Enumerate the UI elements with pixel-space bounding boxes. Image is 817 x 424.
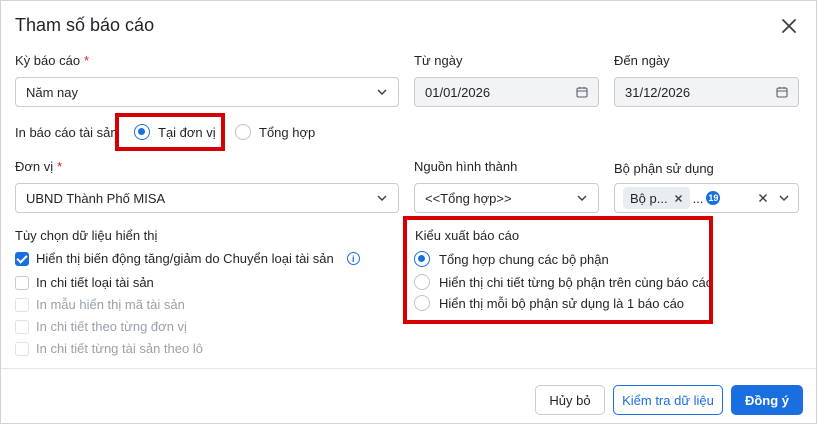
radio-label: Tổng hợp chung các bộ phận <box>439 251 609 267</box>
radio-button[interactable] <box>134 124 150 140</box>
export-option[interactable]: Hiển thị chi tiết từng bộ phận trên cùng… <box>414 274 713 290</box>
radio-label: Tổng hợp <box>259 124 316 140</box>
option-label: In chi tiết loại tài sản <box>36 275 154 290</box>
radio-button[interactable] <box>414 295 430 311</box>
option-item: In chi tiết từng tài sản theo lô <box>15 341 203 356</box>
chevron-down-icon <box>779 195 789 201</box>
selected-tag: Bộ p... <box>623 187 690 209</box>
source-label: Nguồn hình thành <box>414 159 518 174</box>
export-option[interactable]: Tổng hợp chung các bộ phận <box>414 251 609 267</box>
radio-label: Hiển thị mỗi bộ phận sử dụng là 1 báo cá… <box>439 295 685 311</box>
unit-select[interactable]: UBND Thành Phố MISA <box>15 183 399 213</box>
checkbox <box>15 341 29 356</box>
radio-label: Tại đơn vị <box>158 124 216 140</box>
radio-button[interactable] <box>414 274 430 290</box>
from-date-value: 01/01/2026 <box>425 84 491 100</box>
count-badge: 19 <box>706 191 721 205</box>
radio-tai-don-vi[interactable]: Tại đơn vị <box>134 124 216 140</box>
from-date-input[interactable]: 01/01/2026 <box>414 77 599 107</box>
print-asset-label: In báo cáo tài sản <box>15 125 118 140</box>
tag-label: Bộ p... <box>630 190 668 206</box>
calendar-icon[interactable] <box>576 86 588 98</box>
tag-remove-icon[interactable] <box>674 194 683 203</box>
radio-button[interactable] <box>414 251 430 267</box>
unit-value: UBND Thành Phố MISA <box>26 190 166 206</box>
checkbox[interactable] <box>15 251 29 266</box>
report-params-dialog: Tham số báo cáo Kỳ báo cáo * Năm nay Từ n… <box>0 0 817 424</box>
checkbox <box>15 297 29 312</box>
from-date-label: Từ ngày <box>414 53 463 68</box>
option-item: In chi tiết theo từng đơn vị <box>15 319 187 334</box>
to-date-label: Đến ngày <box>614 53 670 68</box>
option-label: In chi tiết từng tài sản theo lô <box>36 341 203 356</box>
close-icon[interactable] <box>779 16 799 36</box>
period-value: Năm nay <box>26 84 79 100</box>
source-select[interactable]: <<Tổng hợp>> <box>414 183 599 213</box>
calendar-icon[interactable] <box>776 86 788 98</box>
to-date-input[interactable]: 31/12/2026 <box>614 77 799 107</box>
checkbox <box>15 319 29 334</box>
required-mark: * <box>57 159 63 174</box>
export-option[interactable]: Hiển thị mỗi bộ phận sử dụng là 1 báo cá… <box>414 295 684 311</box>
export-type-label: Kiểu xuất báo cáo <box>415 228 520 243</box>
option-item[interactable]: Hiển thị biến động tăng/giảm do Chuyển l… <box>15 251 360 266</box>
clear-icon[interactable] <box>758 193 768 203</box>
period-label: Kỳ báo cáo * <box>15 53 89 68</box>
ok-button[interactable]: Đồng ý <box>731 385 803 415</box>
display-options-label: Tùy chọn dữ liệu hiển thị <box>15 228 158 243</box>
radio-tong-hop[interactable]: Tổng hợp <box>235 124 315 140</box>
checkbox[interactable] <box>15 275 29 290</box>
chevron-down-icon <box>377 89 387 95</box>
unit-label-text: Đơn vị <box>15 159 54 174</box>
radio-label: Hiển thị chi tiết từng bộ phận trên cùng… <box>439 274 713 290</box>
option-item: In mẫu hiển thị mã tài sản <box>15 297 185 312</box>
required-mark: * <box>84 53 90 68</box>
department-multiselect[interactable]: Bộ p... ... 19 <box>614 183 799 213</box>
to-date-value: 31/12/2026 <box>625 84 691 100</box>
period-select[interactable]: Năm nay <box>15 77 399 107</box>
source-value: <<Tổng hợp>> <box>425 190 512 206</box>
option-label: In chi tiết theo từng đơn vị <box>36 319 187 334</box>
unit-label: Đơn vị * <box>15 159 62 174</box>
chevron-down-icon <box>577 195 587 201</box>
check-data-button[interactable]: Kiểm tra dữ liệu <box>613 385 723 415</box>
option-item[interactable]: In chi tiết loại tài sản <box>15 275 154 290</box>
option-label: Hiển thị biến động tăng/giảm do Chuyển l… <box>36 251 334 266</box>
footer-divider <box>1 368 816 369</box>
period-label-text: Kỳ báo cáo <box>15 53 81 68</box>
department-label: Bộ phận sử dụng <box>614 161 714 176</box>
dialog-title: Tham số báo cáo <box>15 15 155 35</box>
more-indicator: ... <box>692 190 704 206</box>
cancel-button[interactable]: Hủy bỏ <box>535 385 605 415</box>
radio-button[interactable] <box>235 124 251 140</box>
option-label: In mẫu hiển thị mã tài sản <box>36 297 185 312</box>
info-icon[interactable]: i <box>346 252 360 265</box>
chevron-down-icon <box>377 195 387 201</box>
